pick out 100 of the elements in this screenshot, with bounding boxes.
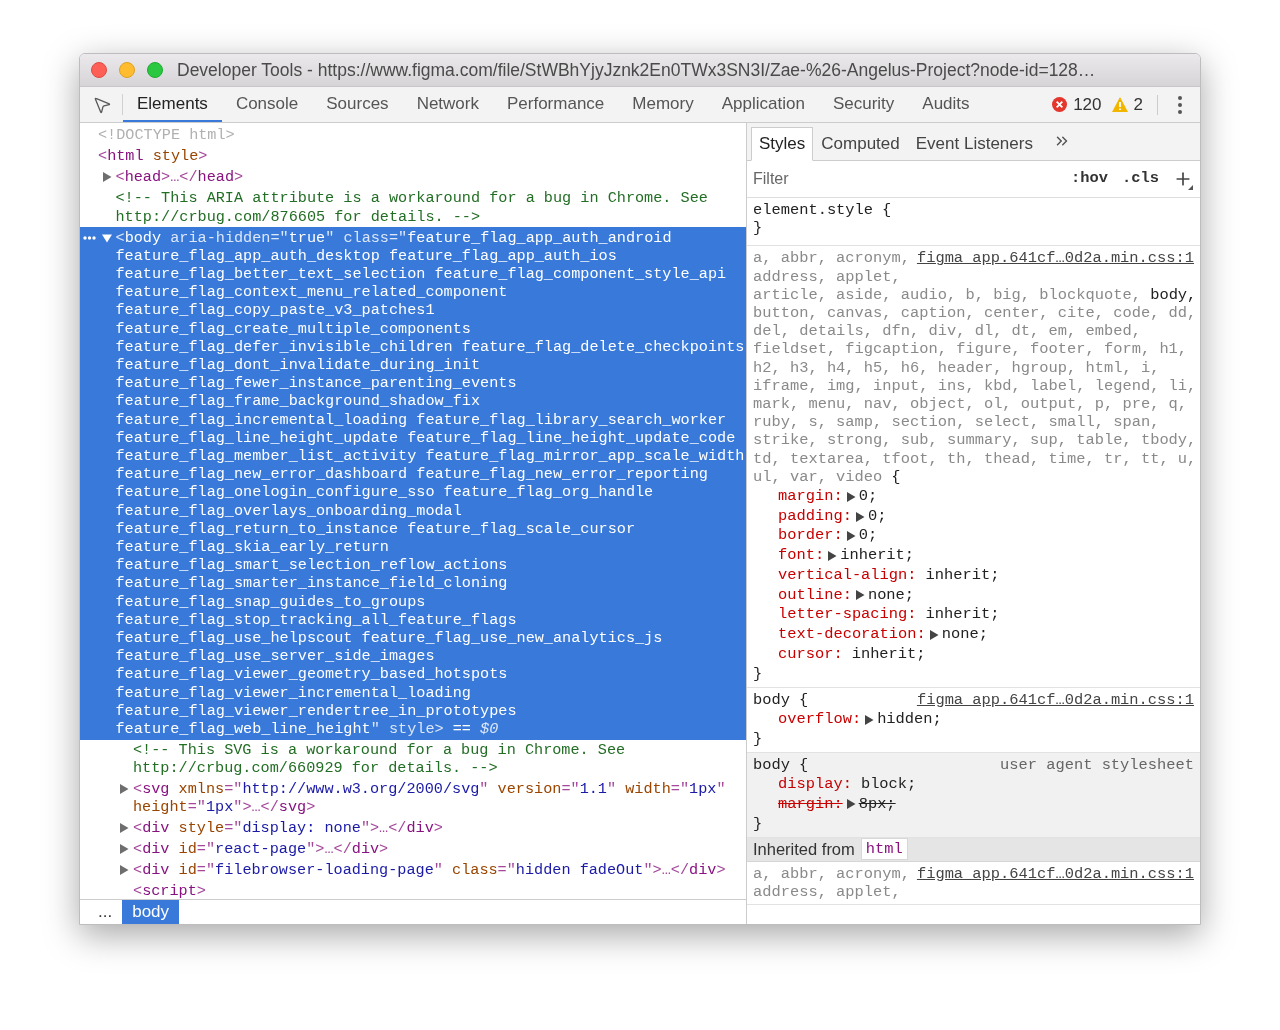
dom-node[interactable]: <!-- This SVG is a workaround for a bug in Chrome. See http://crbug.com/660929 for details. --> bbox=[133, 741, 746, 778]
css-property-name[interactable]: margin: bbox=[778, 487, 843, 507]
brace: { bbox=[798, 755, 809, 774]
css-selector: article, aside, audio, b, big, blockquote, bbox=[753, 285, 1142, 304]
css-property-value[interactable]: block; bbox=[860, 774, 917, 795]
css-property-value[interactable]: inherit; bbox=[925, 605, 1000, 625]
style-toggle[interactable]: .cls bbox=[1115, 167, 1166, 191]
css-selector: address, applet, bbox=[753, 267, 901, 286]
css-property-value[interactable]: none; bbox=[941, 624, 988, 645]
collapsed-triangle-icon[interactable] bbox=[119, 844, 129, 855]
css-selector: body bbox=[753, 755, 790, 774]
stylesheet-link[interactable]: figma_app.641cf…0d2a.min.css:1 bbox=[916, 864, 1194, 883]
css-property-name[interactable]: border: bbox=[778, 526, 843, 547]
panel-tab[interactable]: Performance bbox=[493, 87, 619, 122]
error-icon bbox=[1052, 97, 1068, 112]
expand-triangle-icon[interactable] bbox=[845, 531, 856, 542]
collapsed-triangle-icon[interactable] bbox=[101, 172, 112, 183]
css-selector: fieldset, figcaption, figure, footer, form, h1, bbox=[753, 340, 1188, 359]
css-property-name[interactable]: margin: bbox=[778, 794, 843, 815]
css-selector: ul, var, video bbox=[753, 467, 883, 486]
more-options-icon[interactable] bbox=[1178, 95, 1182, 114]
filter-field[interactable]: Filter bbox=[753, 167, 1065, 191]
dom-node[interactable]: <div style="display: none">…</div> bbox=[133, 819, 746, 838]
panel-tab[interactable]: Memory bbox=[618, 87, 708, 122]
dom-node[interactable]: <div id="filebrowser-loading-page" class="hidden fadeOut">…</div> bbox=[133, 861, 746, 880]
brace: { bbox=[798, 690, 809, 709]
css-property-name[interactable]: vertical-align: bbox=[778, 565, 917, 586]
sidebar-tab[interactable]: Styles bbox=[751, 127, 814, 161]
brace: } bbox=[753, 665, 763, 684]
breadcrumb[interactable]: ... bbox=[88, 900, 123, 924]
css-selector: td, textarea, tfoot, th, thead, time, tr, tt, u, bbox=[753, 449, 1197, 468]
css-property-value[interactable]: none; bbox=[867, 585, 915, 606]
css-property-value[interactable]: 8px; bbox=[858, 794, 896, 815]
css-property-name[interactable]: font: bbox=[778, 546, 825, 566]
close-window-button[interactable] bbox=[91, 62, 107, 78]
expand-triangle-icon[interactable] bbox=[845, 799, 856, 810]
inherited-label: Inherited from bbox=[753, 838, 855, 860]
css-property-value[interactable]: 0; bbox=[867, 506, 887, 527]
panel-tab[interactable]: Sources bbox=[312, 87, 403, 122]
dom-node[interactable]: <head>…</head> bbox=[115, 168, 746, 187]
inherited-node-chip[interactable]: html bbox=[860, 838, 908, 860]
css-selector: a, abbr, acronym, bbox=[753, 864, 910, 883]
css-selector: iframe, img, input, ins, kbd, label, legend, li, bbox=[753, 376, 1197, 395]
stylesheet-link[interactable]: figma_app.641cf…0d2a.min.css:1 bbox=[916, 690, 1194, 709]
brace: } bbox=[753, 730, 763, 749]
collapsed-triangle-icon[interactable] bbox=[119, 865, 129, 876]
panel-tab[interactable]: Console bbox=[221, 87, 313, 122]
sidebar-tab[interactable]: Event Listeners bbox=[907, 127, 1041, 161]
css-property-value[interactable]: inherit; bbox=[851, 644, 926, 665]
css-property-value[interactable]: inherit; bbox=[925, 565, 1000, 586]
css-property-name[interactable]: letter-spacing: bbox=[778, 605, 917, 625]
css-property-value[interactable]: inherit; bbox=[840, 546, 915, 566]
expanded-triangle-icon[interactable] bbox=[101, 232, 112, 243]
panel-tab[interactable]: Elements bbox=[123, 87, 222, 122]
brace: } bbox=[753, 815, 763, 834]
collapsed-triangle-icon[interactable] bbox=[119, 823, 129, 834]
css-selector: ruby, s, samp, section, select, small, span, bbox=[753, 413, 1160, 432]
css-property-name[interactable]: padding: bbox=[778, 506, 852, 527]
css-property-name[interactable]: overflow: bbox=[778, 709, 862, 730]
dom-node[interactable]: <html style> bbox=[98, 147, 746, 166]
css-selector: h2, h3, h4, h5, h6, header, hgroup, html, i, bbox=[753, 358, 1160, 377]
expand-triangle-icon[interactable] bbox=[854, 511, 865, 522]
collapsed-triangle-icon[interactable] bbox=[119, 784, 129, 795]
css-selector: button, canvas, caption, center, cite, code, dd, bbox=[753, 304, 1197, 322]
sidebar-tab[interactable]: Computed bbox=[813, 127, 908, 161]
css-property-name[interactable]: text-decoration: bbox=[778, 624, 926, 645]
window-title: Developer Tools - https://www.figma.com/file/StWBhYjyJznk2En0TWx3SN3I/Zae-%26-Angelus-Project?node-id=128… bbox=[177, 58, 1096, 82]
expand-triangle-icon[interactable] bbox=[845, 491, 856, 502]
panel-tab[interactable]: Audits bbox=[908, 87, 984, 122]
stylesheet-link[interactable]: figma_app.641cf…0d2a.min.css:1 bbox=[916, 249, 1194, 268]
style-toggle[interactable]: :hov bbox=[1064, 167, 1116, 191]
brace: { bbox=[882, 201, 892, 219]
dom-node[interactable]: <!-- This ARIA attribute is a workaround for a bug in Chrome. See http://crbug.com/876605 for details. --> bbox=[115, 189, 746, 226]
css-property-name[interactable]: cursor: bbox=[778, 644, 843, 665]
css-property-name[interactable]: outline: bbox=[778, 585, 852, 606]
warning-icon bbox=[1111, 97, 1128, 112]
expand-triangle-icon[interactable] bbox=[854, 590, 865, 601]
brace: } bbox=[753, 219, 763, 238]
stylesheet-origin: user agent stylesheet bbox=[1000, 755, 1194, 774]
css-property-value[interactable]: 0; bbox=[858, 487, 878, 507]
css-property-value[interactable]: hidden; bbox=[877, 709, 942, 730]
css-selector: address, applet, bbox=[753, 882, 901, 901]
ellipsis-icon[interactable] bbox=[83, 236, 96, 241]
css-property-value[interactable]: 0; bbox=[858, 526, 878, 547]
dom-node[interactable]: <script> bbox=[133, 882, 746, 899]
panel-tab[interactable]: Network bbox=[402, 87, 493, 122]
css-property-name[interactable]: display: bbox=[778, 774, 852, 795]
dom-node[interactable]: <div id="react-page">…</div> bbox=[133, 840, 746, 859]
css-selector: strike, strong, sub, summary, sup, table, tbody, bbox=[753, 431, 1197, 450]
warning-count[interactable]: 2 bbox=[1133, 91, 1143, 118]
css-selector: body bbox=[753, 690, 790, 709]
expand-triangle-icon[interactable] bbox=[864, 714, 875, 725]
panel-tab[interactable]: Application bbox=[707, 87, 819, 122]
expand-triangle-icon[interactable] bbox=[928, 629, 939, 640]
expand-triangle-icon[interactable] bbox=[827, 551, 838, 561]
breadcrumb[interactable]: body bbox=[122, 900, 180, 924]
dom-node[interactable]: <svg xmlns="http://www.w3.org/2000/svg" version="1.1" width="1px" height="1px">…</svg> bbox=[133, 780, 746, 817]
css-selector: element.style bbox=[753, 201, 874, 219]
panel-tab[interactable]: Security bbox=[818, 87, 909, 122]
error-count[interactable]: 120 bbox=[1073, 91, 1102, 118]
